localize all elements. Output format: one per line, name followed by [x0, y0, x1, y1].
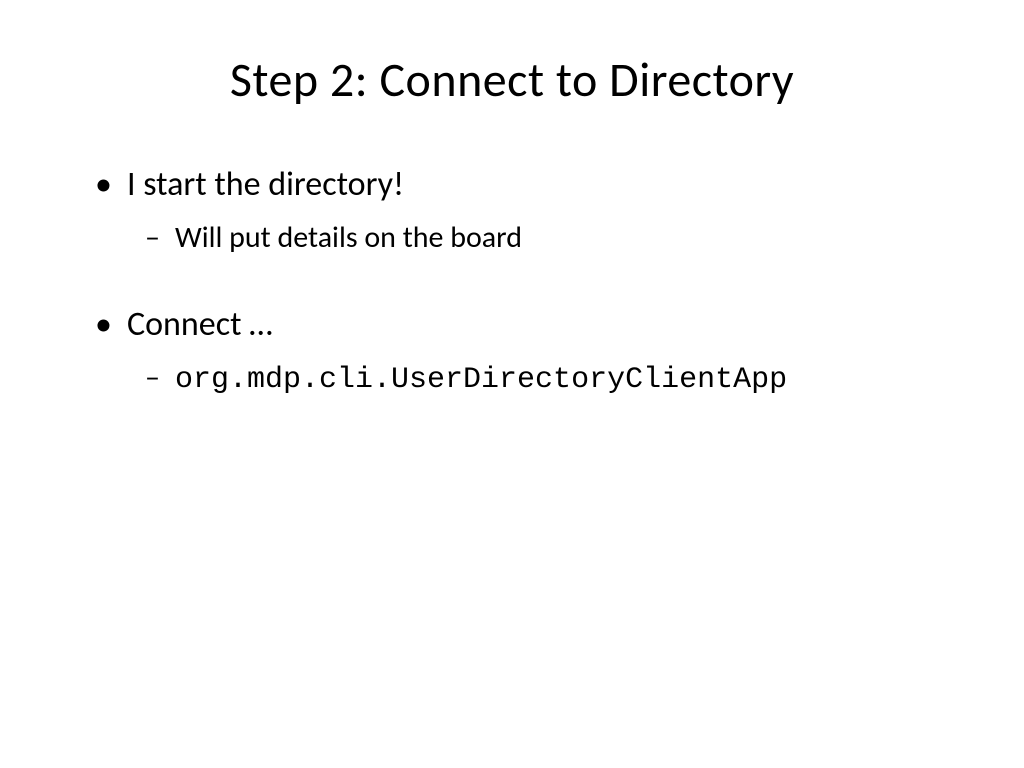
sub-bullet-list: Will put details on the board [127, 219, 954, 256]
slide-title: Step 2: Connect to Directory [70, 50, 954, 109]
sub-bullet-text-code: org.mdp.cli.UserDirectoryClientApp [175, 363, 787, 397]
bullet-text: I start the directory! [127, 164, 404, 205]
list-item: Connect … org.mdp.cli.UserDirectoryClien… [95, 304, 954, 397]
slide-content: I start the directory! Will put details … [70, 164, 954, 397]
slide: Step 2: Connect to Directory I start the… [0, 0, 1024, 768]
bullet-text: Connect … [127, 304, 273, 345]
list-item: I start the directory! Will put details … [95, 164, 954, 256]
sub-bullet-list: org.mdp.cli.UserDirectoryClientApp [127, 359, 954, 397]
list-item: org.mdp.cli.UserDirectoryClientApp [127, 359, 954, 397]
bullet-list: I start the directory! Will put details … [95, 164, 954, 397]
list-item: Will put details on the board [127, 219, 954, 256]
sub-bullet-text: Will put details on the board [175, 219, 522, 256]
